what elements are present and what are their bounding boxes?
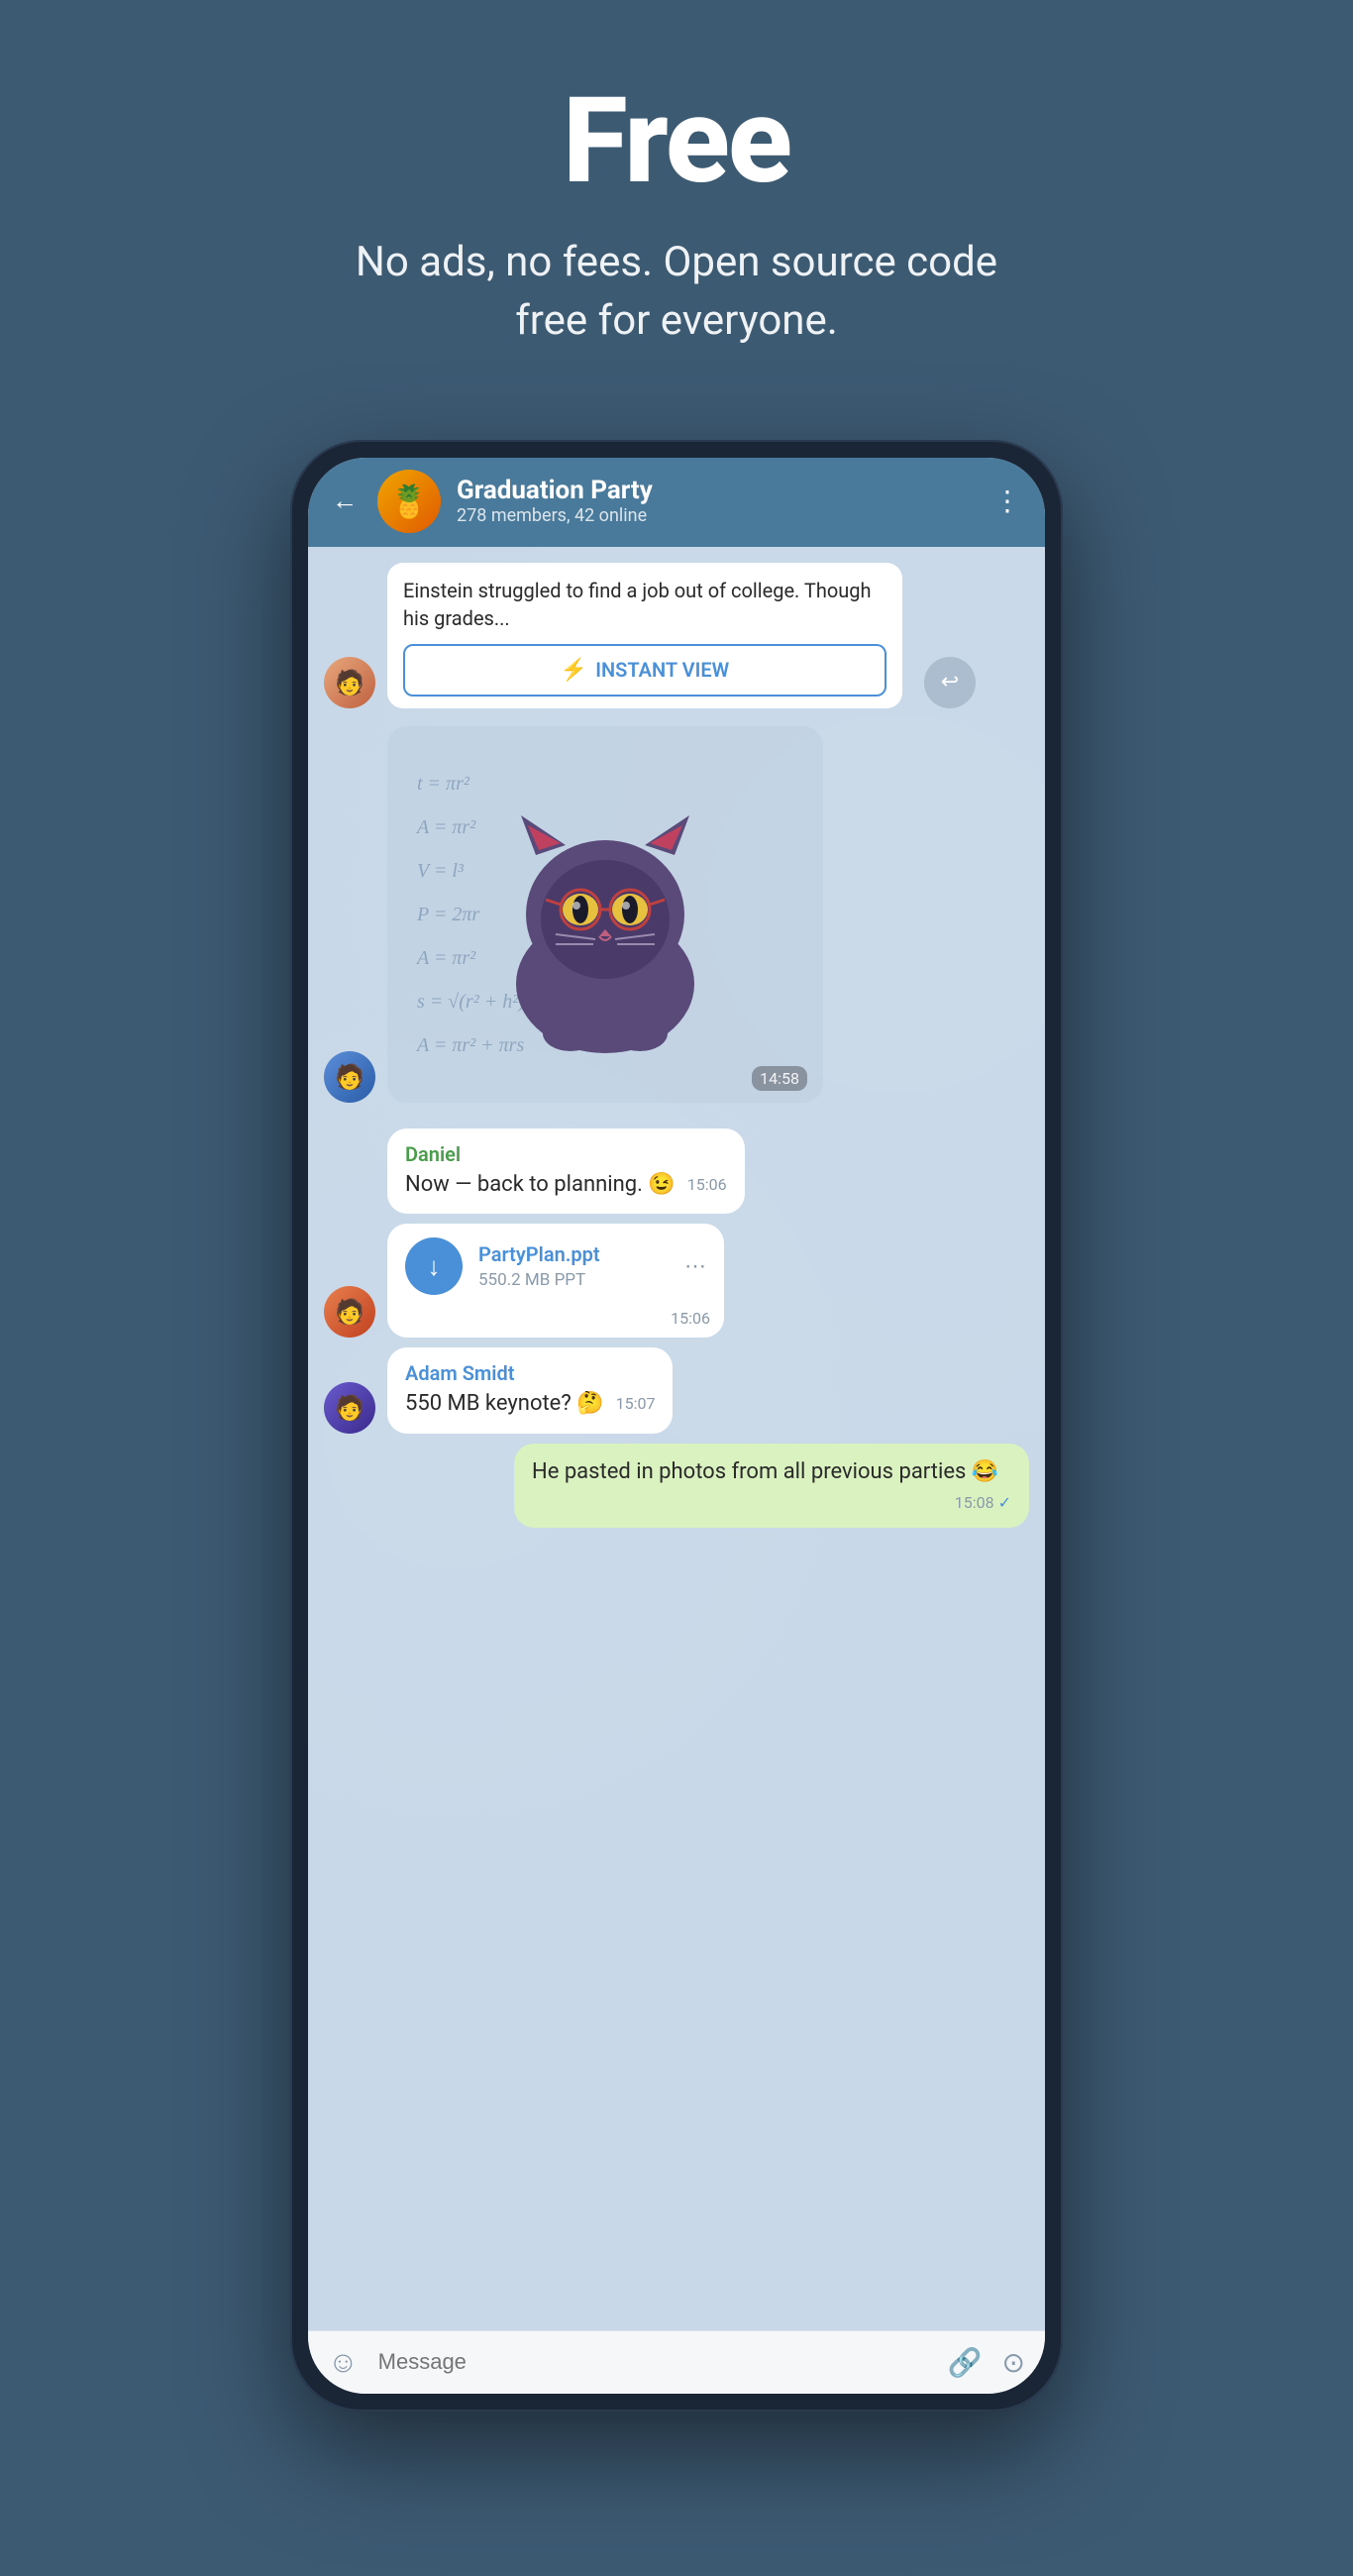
check-icon: ✓: [998, 1492, 1011, 1514]
phone-outer: ← 🍍 Graduation Party 278 members, 42 onl…: [290, 440, 1063, 2412]
daniel-message-row: Daniel Now — back to planning. 😉 15:06: [324, 1128, 1029, 1215]
article-message-row: 🧑 Einstein struggled to find a job out o…: [324, 563, 1029, 708]
outgoing-text: He pasted in photos from all previous pa…: [532, 1457, 1011, 1488]
group-name: Graduation Party: [457, 476, 978, 505]
outgoing-time: 15:08 ✓: [955, 1492, 1011, 1514]
group-avatar-emoji: 🍍: [389, 483, 429, 520]
sticker-message-row: 🧑 t = πr² A = πr² V = l³ P = 2πr A = πr²…: [324, 726, 1029, 1103]
daniel-time: 15:06: [687, 1174, 727, 1196]
file-download-button[interactable]: ↓: [405, 1237, 463, 1295]
adam-sender: Adam Smidt: [405, 1361, 655, 1385]
file-time: 15:06: [387, 1309, 724, 1338]
file-info: PartyPlan.ppt 550.2 MB PPT: [478, 1242, 669, 1290]
hero-section: Free No ads, no fees. Open source code f…: [310, 0, 1043, 410]
file-menu-button[interactable]: ⋯: [684, 1254, 706, 1279]
adam-time: 15:07: [616, 1393, 656, 1415]
attach-button[interactable]: 🔗: [948, 2346, 983, 2379]
file-bubble: ↓ PartyPlan.ppt 550.2 MB PPT ⋯ 15:06: [387, 1224, 724, 1338]
chat-body: 🧑 Einstein struggled to find a job out o…: [308, 547, 1045, 2330]
file-meta: 550.2 MB PPT: [478, 1270, 669, 1290]
avatar-male1-user: 🧑: [324, 1051, 375, 1103]
phone-screen: ← 🍍 Graduation Party 278 members, 42 onl…: [308, 458, 1045, 2394]
emoji-button[interactable]: ☺: [328, 2345, 359, 2380]
daniel-bubble: Daniel Now — back to planning. 😉 15:06: [387, 1128, 745, 1215]
camera-button[interactable]: ⊙: [1002, 2346, 1025, 2379]
instant-view-label: INSTANT VIEW: [595, 658, 729, 682]
input-bar: ☺ 🔗 ⊙: [308, 2330, 1045, 2394]
hero-title: Free: [330, 79, 1023, 204]
lightning-icon: ⚡: [561, 658, 587, 683]
hero-subtitle: No ads, no fees. Open source code free f…: [330, 234, 1023, 351]
outgoing-message-row: He pasted in photos from all previous pa…: [324, 1444, 1029, 1528]
article-text: Einstein struggled to find a job out of …: [403, 577, 886, 632]
phone-wrapper: ← 🍍 Graduation Party 278 members, 42 onl…: [290, 440, 1063, 2412]
cat-sticker: [476, 766, 734, 1063]
sticker-time: 14:58: [752, 1066, 807, 1091]
avatar-male2-user: 🧑: [324, 1286, 375, 1338]
avatar-male3-user: 🧑: [324, 1382, 375, 1434]
chat-header: ← 🍍 Graduation Party 278 members, 42 onl…: [308, 458, 1045, 547]
message-input[interactable]: [378, 2349, 928, 2375]
adam-text: 550 MB keynote? 🤔 15:07: [405, 1389, 655, 1420]
file-name: PartyPlan.ppt: [478, 1242, 669, 1266]
avatar-female-user: 🧑: [324, 657, 375, 708]
sticker-container: t = πr² A = πr² V = l³ P = 2πr A = πr² s…: [387, 726, 823, 1103]
group-avatar: 🍍: [377, 470, 441, 533]
forward-button[interactable]: ↩: [924, 657, 976, 708]
group-info: Graduation Party 278 members, 42 online: [457, 476, 978, 526]
daniel-text: Now — back to planning. 😉 15:06: [405, 1170, 727, 1201]
adam-bubble: Adam Smidt 550 MB keynote? 🤔 15:07: [387, 1347, 673, 1434]
article-content: Einstein struggled to find a job out of …: [387, 563, 902, 708]
back-button[interactable]: ←: [332, 485, 358, 516]
instant-view-button[interactable]: ⚡ INSTANT VIEW: [403, 644, 886, 697]
daniel-sender: Daniel: [405, 1142, 727, 1166]
outgoing-bubble: He pasted in photos from all previous pa…: [514, 1444, 1029, 1528]
header-menu-button[interactable]: ⋮: [993, 484, 1021, 517]
file-bubble-inner: ↓ PartyPlan.ppt 550.2 MB PPT ⋯: [387, 1224, 724, 1309]
file-message-row: 🧑 ↓ PartyPlan.ppt 550.2 MB PPT ⋯ 15:06: [324, 1224, 1029, 1338]
group-members: 278 members, 42 online: [457, 505, 978, 526]
adam-message-row: 🧑 Adam Smidt 550 MB keynote? 🤔 15:07: [324, 1347, 1029, 1434]
article-bubble: Einstein struggled to find a job out of …: [387, 563, 902, 708]
